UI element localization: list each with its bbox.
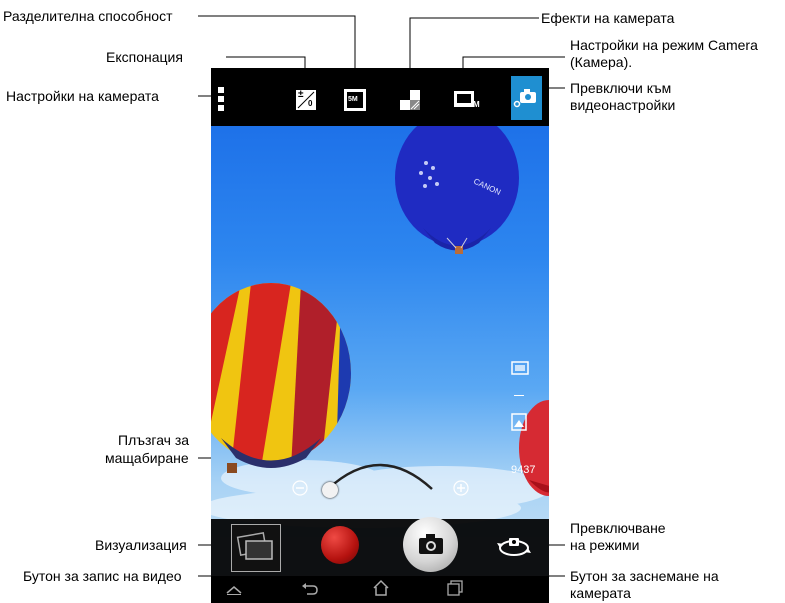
callout-resolution: Разделителна способност — [3, 8, 173, 24]
callout-video-record: Бутон за запис на видео — [23, 568, 182, 584]
callout-preview: Визуализация — [95, 537, 187, 553]
storage-indicator — [511, 413, 527, 431]
film-icon — [511, 361, 529, 375]
exposure-plusminus: ± — [298, 89, 304, 100]
zoom-out-icon — [292, 480, 308, 496]
callout-shutter-2: камерата — [570, 585, 631, 601]
video-camera-switch-icon — [513, 89, 536, 108]
callout-camera-mode-1: Настройки на режим Camera — [570, 37, 758, 53]
blue-balloon: CANON — [395, 110, 519, 254]
callout-zoom-slider-1: Плъзгач за — [118, 432, 190, 448]
switch-to-video-settings-button[interactable] — [511, 76, 542, 120]
callout-shutter-1: Бутон за заснемане на — [570, 568, 719, 584]
switch-modes-button[interactable] — [497, 534, 531, 558]
camera-settings-button[interactable] — [215, 86, 229, 112]
zoom-slider-track[interactable] — [324, 451, 444, 491]
nav-back-button[interactable] — [301, 581, 319, 597]
zoom-in-button[interactable] — [453, 480, 469, 496]
chevron-up-icon — [226, 586, 242, 595]
home-icon — [373, 579, 389, 596]
camera-mode-settings-button[interactable]: M — [453, 90, 481, 112]
divider-line — [514, 395, 524, 396]
recent-apps-icon — [447, 580, 463, 596]
camera-mode-icon — [454, 91, 474, 107]
callout-switch-video-2: видеонастройки — [570, 97, 676, 113]
callout-camera-effects: Ефекти на камерата — [541, 10, 675, 26]
scene-mode-indicator — [511, 361, 529, 375]
camera-screen: CANON ± 0 5M M 9437 — [211, 68, 549, 603]
callout-camera-mode-2: (Камера). — [570, 54, 633, 70]
zoom-in-icon — [453, 480, 469, 496]
callout-zoom-slider-2: мащабиране — [105, 450, 189, 466]
shutter-button[interactable] — [403, 517, 458, 572]
nav-home-button[interactable] — [372, 579, 390, 597]
back-arrow-icon — [302, 583, 318, 595]
nav-recents-button[interactable] — [446, 580, 464, 596]
gallery-icon — [236, 532, 273, 560]
callout-camera-settings: Настройки на камерата — [6, 88, 159, 104]
zoom-out-button[interactable] — [292, 480, 308, 496]
zoom-slider-thumb[interactable] — [322, 482, 338, 498]
more-dots-icon — [218, 87, 224, 111]
striped-balloon — [211, 283, 351, 473]
callout-switch-video-1: Превключи към — [570, 80, 672, 96]
video-record-button[interactable] — [321, 526, 359, 564]
camera-mode-badge: M — [473, 100, 480, 109]
camera-effects-button[interactable] — [399, 89, 421, 111]
callout-switch-modes-2: на режими — [570, 537, 640, 553]
callout-switch-modes-1: Превключване — [570, 520, 666, 536]
picture-icon — [511, 413, 527, 431]
exposure-button[interactable]: ± 0 — [295, 89, 317, 111]
camera-toolbar — [211, 68, 549, 126]
mode-switch-icon — [497, 538, 531, 556]
nav-up-button[interactable] — [225, 582, 243, 596]
callout-exposure: Експонация — [106, 49, 183, 65]
resolution-label: 5M — [348, 96, 358, 103]
remaining-shots-count: 9437 — [511, 464, 536, 476]
preview-thumbnail[interactable] — [231, 524, 281, 572]
exposure-value: 0 — [308, 99, 313, 108]
camera-icon — [419, 534, 443, 554]
resolution-button[interactable]: 5M — [344, 89, 366, 111]
effects-icon — [400, 90, 420, 110]
